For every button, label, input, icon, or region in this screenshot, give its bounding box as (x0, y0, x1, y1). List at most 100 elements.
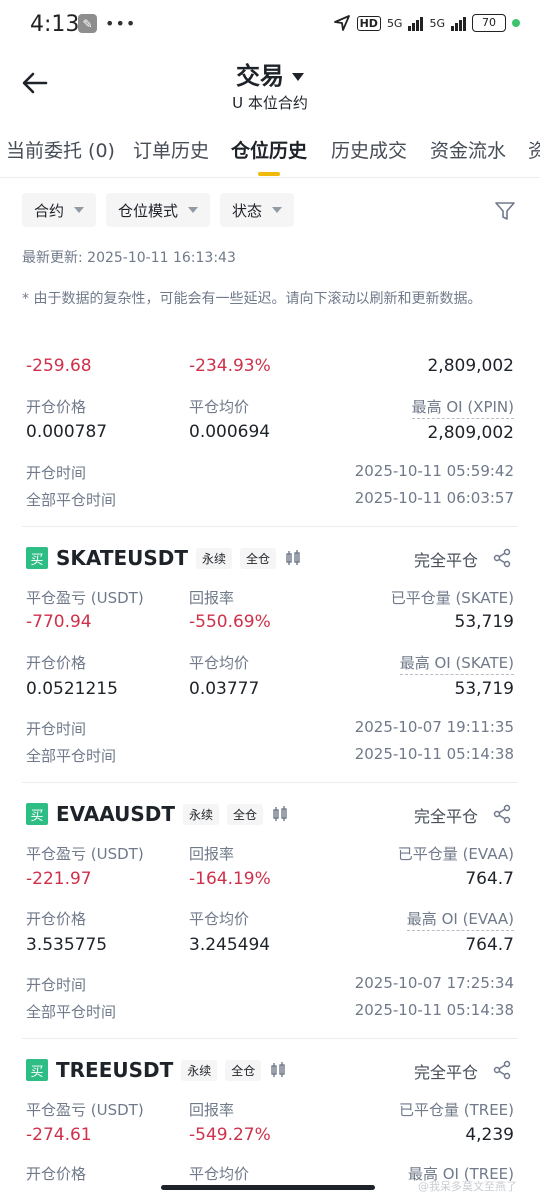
privacy-indicator-dot (512, 19, 520, 27)
filter-position-mode-label: 仓位模式 (118, 201, 179, 220)
position-card-header: 买 EVAAUSDT 永续 全仓 (26, 802, 289, 826)
tab-transaction-history[interactable]: 资金流水 (430, 136, 506, 163)
closed-qty-value: 53,719 (454, 612, 514, 632)
margin-mode-tag: 全仓 (240, 547, 277, 569)
open-time-value: 2025-10-07 19:11:35 (354, 718, 514, 736)
close-time-value: 2025-10-11 05:14:38 (354, 1001, 514, 1019)
status-left-icons: ✎ ••• (78, 14, 136, 33)
open-time-value: 2025-10-11 05:59:42 (354, 462, 514, 480)
side-badge: 买 (26, 1059, 48, 1081)
open-time-label: 开仓时间 (26, 976, 87, 994)
max-oi-value: 53,719 (454, 679, 514, 699)
closed-qty-value: 2,809,002 (427, 356, 514, 376)
filter-contract[interactable]: 合约 (22, 193, 97, 227)
open-price-value: 3.535775 (26, 935, 108, 955)
roi-label: 回报率 (189, 589, 235, 607)
close-status: 完全平仓 (413, 1063, 478, 1082)
roi-value: -234.93% (189, 356, 271, 376)
close-time-label: 全部平仓时间 (26, 747, 117, 765)
watermark-text: @我呆多莫文至燕了 (418, 1180, 517, 1193)
avg-close-value: 0.03777 (189, 679, 260, 699)
roi-value: -549.27% (189, 1125, 271, 1145)
tab-order-history[interactable]: 订单历史 (133, 136, 209, 163)
max-oi-value: 2,809,002 (427, 423, 514, 443)
close-time-value: 2025-10-11 06:03:57 (354, 489, 514, 507)
filter-icon[interactable] (494, 200, 516, 222)
open-price-label: 开仓价格 (26, 654, 87, 672)
symbol-name[interactable]: TREEUSDT (56, 1058, 173, 1082)
roi-value: -164.19% (189, 869, 271, 889)
candlestick-icon[interactable] (284, 549, 302, 567)
position-card-header: 买 TREEUSDT 永续 全仓 (26, 1058, 287, 1082)
caret-down-icon (188, 207, 199, 213)
tab-bar: 当前委托 (0) 订单历史 仓位历史 历史成交 资金流水 资 (0, 126, 540, 178)
position-card-header: 买 SKATEUSDT 永续 全仓 (26, 546, 302, 570)
avg-close-value: 3.245494 (189, 935, 271, 955)
filter-contract-label: 合约 (34, 201, 65, 220)
symbol-name[interactable]: SKATEUSDT (56, 546, 188, 570)
max-oi-label[interactable]: 最高 OI (XPIN) (411, 396, 514, 419)
caret-down-icon (292, 73, 304, 81)
pnl-value: -274.61 (26, 1125, 92, 1145)
symbol-name[interactable]: EVAAUSDT (56, 802, 175, 826)
closed-qty-value: 4,239 (465, 1125, 514, 1145)
closed-qty-label: 已平仓量 (SKATE) (390, 589, 514, 607)
close-status: 完全平仓 (413, 807, 478, 826)
caret-down-icon (74, 207, 85, 213)
share-icon[interactable] (492, 1060, 512, 1080)
status-time: 4:13 (30, 12, 80, 37)
open-price-label: 开仓价格 (26, 398, 87, 416)
battery-icon: 70 (472, 14, 506, 32)
network-label-2: 5G (429, 16, 445, 30)
wrench-icon: ✎ (78, 14, 97, 33)
filter-position-mode[interactable]: 仓位模式 (106, 193, 211, 227)
tab-overflow[interactable]: 资 (528, 136, 540, 163)
roi-label: 回报率 (189, 845, 235, 863)
share-icon[interactable] (492, 804, 512, 824)
open-price-value: 0.0521215 (26, 679, 118, 699)
open-time-value: 2025-10-07 17:25:34 (354, 974, 514, 992)
perpetual-tag: 永续 (183, 803, 220, 825)
more-dots: ••• (105, 14, 137, 33)
candlestick-icon[interactable] (269, 1061, 287, 1079)
location-icon (333, 15, 350, 31)
pnl-label: 平仓盈亏 (USDT) (26, 589, 144, 607)
open-price-value: 0.000787 (26, 422, 108, 442)
open-time-label: 开仓时间 (26, 464, 87, 482)
side-badge: 买 (26, 547, 48, 569)
pnl-value: -259.68 (26, 356, 92, 376)
tab-trade-history[interactable]: 历史成交 (331, 136, 407, 163)
roi-label: 回报率 (189, 1101, 235, 1119)
caret-down-icon (272, 207, 283, 213)
avg-close-value: 0.000694 (189, 422, 271, 442)
max-oi-value: 764.7 (465, 935, 514, 955)
status-bar: 4:13 ✎ ••• HD 5G 5G 70 (0, 0, 540, 50)
pnl-value: -770.94 (26, 612, 92, 632)
network-label-1: 5G (386, 16, 403, 30)
tab-open-orders[interactable]: 当前委托 (0) (6, 136, 115, 163)
max-oi-label[interactable]: 最高 OI (EVAA) (406, 908, 514, 931)
roi-value: -550.69% (189, 612, 271, 632)
tab-position-history[interactable]: 仓位历史 (231, 136, 307, 163)
filter-status[interactable]: 状态 (220, 193, 295, 227)
candlestick-icon[interactable] (271, 805, 289, 823)
page-title: 交易 (236, 62, 284, 90)
closed-qty-value: 764.7 (465, 869, 514, 889)
close-time-label: 全部平仓时间 (26, 1003, 117, 1021)
avg-close-label: 平仓均价 (189, 910, 250, 928)
last-update-text: 最新更新: 2025-10-11 16:13:43 (22, 250, 236, 266)
pnl-label: 平仓盈亏 (USDT) (26, 845, 144, 863)
max-oi-label[interactable]: 最高 OI (SKATE) (399, 652, 514, 675)
filter-status-label: 状态 (232, 201, 263, 220)
page-header: 交易 U 本位合约 (0, 50, 540, 120)
close-time-label: 全部平仓时间 (26, 491, 117, 509)
share-icon[interactable] (492, 548, 512, 568)
active-tab-indicator (258, 172, 280, 176)
filter-row: 合约 仓位模式 状态 (22, 193, 295, 227)
home-indicator[interactable] (161, 1185, 375, 1190)
divider (22, 526, 518, 527)
signal-icon-1 (408, 15, 424, 31)
signal-icon-2 (451, 15, 466, 31)
page-title-dropdown[interactable]: 交易 (0, 56, 540, 91)
open-time-label: 开仓时间 (26, 720, 87, 738)
